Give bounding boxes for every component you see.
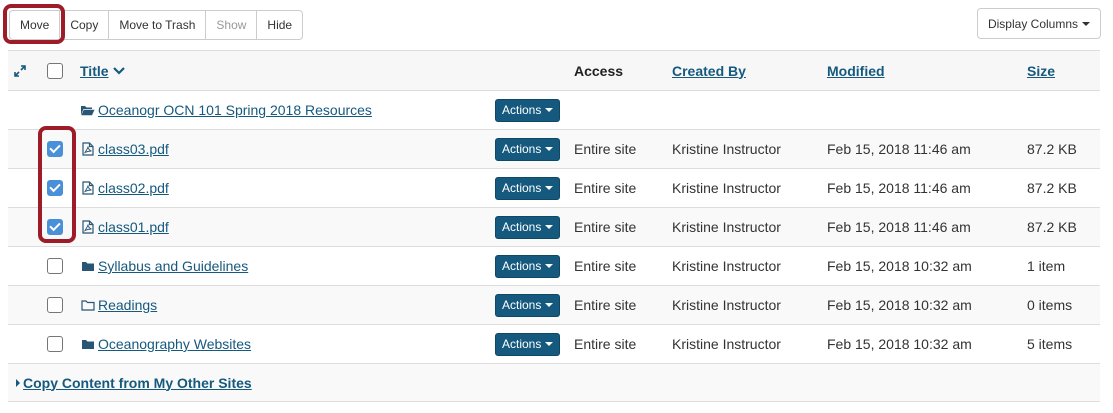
modified-value: Feb 15, 2018 10:32 am [827, 258, 972, 274]
actions-button[interactable]: Actions [495, 293, 561, 317]
created-by-value: Kristine Instructor [672, 141, 781, 157]
size-value: 0 items [1027, 297, 1073, 313]
row-checkbox[interactable] [47, 297, 63, 313]
parent-folder-row: Oceanogr OCN 101 Spring 2018 Resources A… [8, 90, 1100, 129]
caret-down-icon [545, 303, 554, 307]
folder-link[interactable]: Readings [98, 297, 157, 313]
access-value: Entire site [574, 297, 637, 313]
file-pdf-icon [80, 142, 95, 156]
modified-value: Feb 15, 2018 10:32 am [827, 297, 972, 313]
resources-toolbar: Move Copy Move to Trash Show Hide [9, 10, 304, 40]
actions-button[interactable]: Actions [495, 98, 561, 122]
created-by-value: Kristine Instructor [672, 180, 781, 196]
table-row: Readings Actions Entire site Kristine In… [8, 285, 1100, 324]
row-checkbox[interactable] [47, 141, 63, 157]
row-checkbox[interactable] [47, 219, 63, 235]
caret-down-icon [545, 264, 554, 268]
parent-folder-link[interactable]: Oceanogr OCN 101 Spring 2018 Resources [98, 102, 372, 118]
actions-button[interactable]: Actions [495, 137, 561, 161]
folder-icon [80, 337, 95, 351]
table-row: class03.pdf Actions Entire site Kristine… [8, 129, 1100, 168]
chevron-down-icon [112, 66, 125, 75]
table-row: Syllabus and Guidelines Actions Entire s… [8, 246, 1100, 285]
copy-content-row: Copy Content from My Other Sites [8, 363, 1100, 402]
table-header-row: Title Access Created By Modified Size [8, 50, 1100, 90]
access-value: Entire site [574, 180, 637, 196]
move-button[interactable]: Move [9, 10, 61, 40]
size-value: 87.2 KB [1027, 219, 1077, 235]
created-by-value: Kristine Instructor [672, 336, 781, 352]
folder-link[interactable]: Syllabus and Guidelines [98, 258, 248, 274]
copy-button[interactable]: Copy [59, 10, 110, 40]
caret-down-icon [545, 186, 554, 190]
caret-down-icon [545, 147, 554, 151]
access-value: Entire site [574, 141, 637, 157]
size-value: 1 item [1027, 258, 1066, 274]
row-checkbox[interactable] [47, 336, 63, 352]
created-by-value: Kristine Instructor [672, 297, 781, 313]
copy-content-link[interactable]: Copy Content from My Other Sites [23, 375, 252, 391]
file-link[interactable]: class02.pdf [98, 180, 169, 196]
created-by-value: Kristine Instructor [672, 258, 781, 274]
caret-down-icon [545, 225, 554, 229]
folder-link[interactable]: Oceanography Websites [98, 336, 251, 352]
table-row: class02.pdf Actions Entire site Kristine… [8, 168, 1100, 207]
display-columns-button[interactable]: Display Columns [976, 8, 1101, 39]
display-columns-label: Display Columns [987, 16, 1078, 31]
title-column-header[interactable]: Title [80, 51, 125, 90]
actions-button[interactable]: Actions [495, 254, 561, 278]
file-pdf-icon [80, 220, 95, 234]
actions-button[interactable]: Actions [495, 215, 561, 239]
size-column-header[interactable]: Size [1027, 51, 1055, 90]
row-checkbox[interactable] [47, 180, 63, 196]
caret-right-icon [16, 378, 20, 387]
table-row: Oceanography Websites Actions Entire sit… [8, 324, 1100, 363]
modified-value: Feb 15, 2018 11:46 am [827, 219, 971, 235]
modified-value: Feb 15, 2018 11:46 am [827, 180, 971, 196]
modified-column-header[interactable]: Modified [827, 51, 885, 90]
table-row: class01.pdf Actions Entire site Kristine… [8, 207, 1100, 246]
access-value: Entire site [574, 258, 637, 274]
move-to-trash-button[interactable]: Move to Trash [108, 10, 207, 40]
row-checkbox[interactable] [47, 258, 63, 274]
created-by-column-header[interactable]: Created By [672, 51, 746, 90]
expand-all-icon[interactable] [14, 51, 32, 90]
caret-down-icon [545, 342, 554, 346]
size-value: 87.2 KB [1027, 141, 1077, 157]
actions-button[interactable]: Actions [495, 332, 561, 356]
select-all-checkbox[interactable] [47, 62, 63, 79]
caret-down-icon [1082, 21, 1090, 26]
folder-outline-icon [80, 298, 95, 312]
size-value: 87.2 KB [1027, 180, 1077, 196]
resources-table: Title Access Created By Modified Size Oc… [8, 50, 1100, 402]
access-value: Entire site [574, 336, 637, 352]
actions-button[interactable]: Actions [495, 176, 561, 200]
modified-value: Feb 15, 2018 11:46 am [827, 141, 971, 157]
file-pdf-icon [80, 181, 95, 195]
folder-open-icon [80, 103, 95, 117]
created-by-value: Kristine Instructor [672, 219, 781, 235]
size-value: 5 items [1027, 336, 1073, 352]
file-link[interactable]: class03.pdf [98, 141, 169, 157]
access-column-header: Access [574, 62, 624, 79]
caret-down-icon [545, 108, 554, 112]
access-value: Entire site [574, 219, 637, 235]
folder-icon [80, 259, 95, 273]
file-link[interactable]: class01.pdf [98, 219, 169, 235]
show-button[interactable]: Show [205, 10, 258, 40]
modified-value: Feb 15, 2018 10:32 am [827, 336, 972, 352]
hide-button[interactable]: Hide [256, 10, 304, 40]
